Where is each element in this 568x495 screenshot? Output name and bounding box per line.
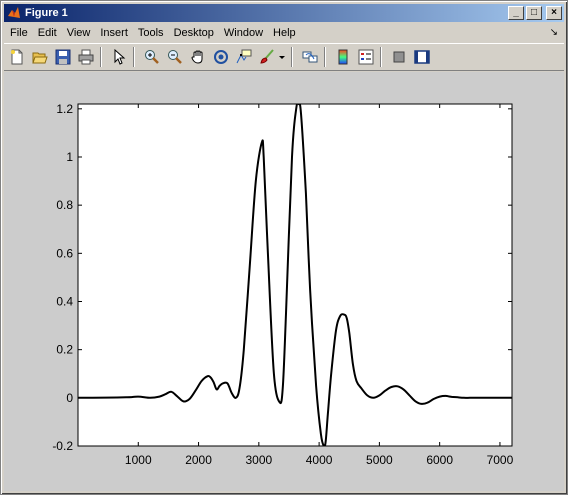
minimize-icon: _ [513,7,519,18]
y-tick-label: 0.4 [56,294,73,308]
hide-plot-tools-icon[interactable] [389,47,409,67]
minimize-button[interactable]: _ [508,6,524,20]
x-tick-label: 3000 [245,453,272,467]
menu-file[interactable]: File [4,27,33,39]
open-file-icon[interactable] [30,47,50,67]
brush-dropdown-icon[interactable] [277,47,287,67]
toolbar-separator [324,47,326,67]
pan-hand-icon[interactable] [188,47,208,67]
show-plot-tools-icon[interactable] [412,47,432,67]
menu-edit[interactable]: Edit [33,27,62,39]
x-tick-label: 6000 [426,453,453,467]
x-tick-label: 1000 [125,453,152,467]
menu-tools[interactable]: Tools [133,27,169,39]
toolbar-separator [100,47,102,67]
close-icon: × [551,7,557,18]
zoom-out-icon[interactable] [165,47,185,67]
close-button[interactable]: × [546,6,562,20]
x-tick-label: 2000 [185,453,212,467]
x-tick-label: 5000 [366,453,393,467]
maximize-icon: □ [530,7,538,18]
toolbar-separator [291,47,293,67]
menu-help[interactable]: Help [268,27,301,39]
y-tick-label: -0.2 [52,439,73,453]
axes-background [77,103,513,447]
window-title: Figure 1 [25,7,68,19]
y-tick-label: 0.8 [56,198,73,212]
menu-view[interactable]: View [62,27,96,39]
maximize-button[interactable]: □ [526,6,542,20]
title-bar[interactable]: Figure 1 _ □ × [4,4,564,22]
menu-desktop[interactable]: Desktop [169,27,219,39]
y-tick-label: 0.2 [56,343,73,357]
matlab-logo-icon [8,7,20,18]
rotate-3d-icon[interactable] [211,47,231,67]
menu-window[interactable]: Window [219,27,268,39]
brush-icon[interactable] [257,47,277,67]
line-plot[interactable]: 1000 2000 3000 4000 5000 6000 7000 -0.2 0 0.2 0.4 0… [4,72,564,491]
edit-plot-arrow-icon[interactable] [109,47,129,67]
legend-icon[interactable] [356,47,376,67]
x-tick-label: 7000 [487,453,514,467]
figure-window: Figure 1 _ □ × File Edit View Insert Too… [0,0,568,495]
toolbar-separator [133,47,135,67]
colorbar-icon[interactable] [333,47,353,67]
menu-bar: File Edit View Insert Tools Desktop Wind… [4,23,564,42]
data-cursor-icon[interactable] [234,47,254,67]
dock-arrow-icon[interactable]: ↘ [550,27,558,38]
save-icon[interactable] [53,47,73,67]
new-figure-icon[interactable] [7,47,27,67]
figure-toolbar [4,43,564,71]
zoom-in-icon[interactable] [142,47,162,67]
figure-canvas: 1000 2000 3000 4000 5000 6000 7000 -0.2 0 0.2 0.4 0… [4,72,564,491]
link-plot-icon[interactable] [300,47,320,67]
toolbar-separator [380,47,382,67]
y-tick-label: 1 [66,150,73,164]
y-tick-label: 0 [66,391,73,405]
menu-insert[interactable]: Insert [95,27,133,39]
y-tick-label: 1.2 [56,102,73,116]
x-tick-label: 4000 [306,453,333,467]
y-tick-label: 0.6 [56,246,73,260]
print-icon[interactable] [76,47,96,67]
